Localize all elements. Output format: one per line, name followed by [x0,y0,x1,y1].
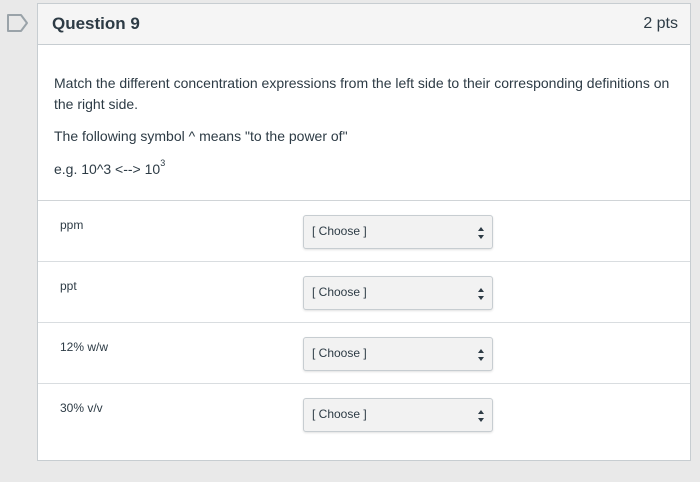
match-select[interactable]: [ Choose ] [303,398,493,432]
question-header: Question 9 2 pts [38,4,690,45]
match-select[interactable]: [ Choose ] [303,276,493,310]
select-value: [ Choose ] [312,407,367,421]
question-text: Match the different concentration expres… [38,45,690,180]
updown-arrows-icon [478,410,484,422]
match-select[interactable]: [ Choose ] [303,337,493,371]
updown-arrows-icon [478,288,484,300]
example-prefix: e.g. 10^3 <--> 10 [54,161,161,177]
symbol-note: The following symbol ^ means "to the pow… [54,128,348,144]
match-row: 12% w/w [ Choose ] [38,322,690,383]
question-card: Question 9 2 pts Match the different con… [37,3,691,461]
select-value: [ Choose ] [312,285,367,299]
match-label: ppt [60,279,77,293]
match-row: ppt [ Choose ] [38,261,690,322]
instruction-text: Match the different concentration expres… [54,75,670,112]
select-value: [ Choose ] [312,346,367,360]
example-exponent: 3 [160,158,166,169]
updown-arrows-icon [478,349,484,361]
match-label: ppm [60,218,84,232]
match-select[interactable]: [ Choose ] [303,215,493,249]
question-points: 2 pts [643,15,678,32]
match-row: 30% v/v [ Choose ] [38,383,690,444]
question-title: Question 9 [52,14,140,33]
match-list: ppm [ Choose ] ppt [ Choose ] 12% w/w [ … [38,200,690,444]
bookmark-flag-icon[interactable] [6,12,30,34]
match-row: ppm [ Choose ] [38,200,690,261]
example-text: e.g. 10^3 <--> 103 [54,159,674,180]
match-label: 12% w/w [60,340,109,354]
updown-arrows-icon [478,227,484,239]
match-label: 30% v/v [60,401,103,415]
select-value: [ Choose ] [312,224,367,238]
